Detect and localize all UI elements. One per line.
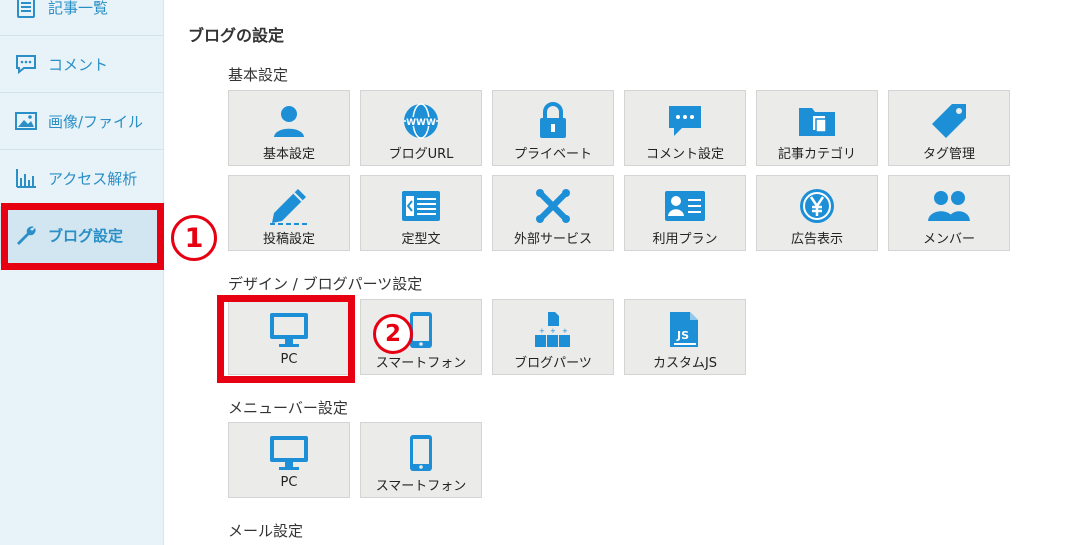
sidebar-item-articles[interactable]: 記事一覧 [0, 0, 164, 36]
annotation-marker-2: 2 [373, 314, 413, 354]
svg-text:WWW: WWW [406, 118, 436, 128]
tile-blog-parts[interactable]: + + + ブログパーツ [492, 299, 614, 375]
tile-template-text[interactable]: 定型文 [360, 175, 482, 251]
id-card-icon [625, 186, 745, 226]
pencil-icon [229, 186, 349, 226]
svg-text:JS: JS [676, 329, 689, 342]
sidebar-item-label: コメント [48, 55, 109, 74]
section-title-mail: メール設定 [228, 522, 304, 540]
tile-usage-plan[interactable]: 利用プラン [624, 175, 746, 251]
main-content: ブログの設定 基本設定 基本設定 WWW ブログURL プライベート コメント設… [165, 0, 1080, 545]
comment-icon [14, 52, 38, 76]
tile-label: 基本設定 [262, 147, 315, 162]
sidebar-item-images[interactable]: 画像/ファイル [0, 93, 164, 150]
sidebar-item-comments[interactable]: コメント [0, 36, 164, 93]
tile-label: プライベート [513, 147, 592, 162]
monitor-icon [229, 310, 349, 350]
tile-label: タグ管理 [922, 147, 975, 162]
tile-comment-settings[interactable]: コメント設定 [624, 90, 746, 166]
svg-text:+: + [539, 327, 545, 335]
tile-private[interactable]: プライベート [492, 90, 614, 166]
speech-bubble-icon [625, 101, 745, 141]
section-title-basic: 基本設定 [228, 66, 289, 84]
lock-icon [493, 101, 613, 141]
sidebar-item-analytics[interactable]: アクセス解析 [0, 150, 164, 207]
tile-label: 定型文 [401, 232, 441, 247]
tile-tag-management[interactable]: タグ管理 [888, 90, 1010, 166]
user-icon [229, 101, 349, 141]
page-title: ブログの設定 [188, 26, 285, 45]
folder-icon [757, 101, 877, 141]
tile-label: 記事カテゴリ [777, 147, 856, 162]
monitor-icon [229, 433, 349, 473]
tile-article-category[interactable]: 記事カテゴリ [756, 90, 878, 166]
tag-icon [889, 101, 1009, 141]
section-title-menubar: メニューバー設定 [228, 399, 348, 417]
blog-parts-icon: + + + [493, 310, 613, 350]
svg-text:+: + [562, 327, 568, 335]
tile-label: カスタムJS [652, 356, 718, 371]
tile-menubar-pc[interactable]: PC [228, 422, 350, 498]
sidebar: 記事一覧 コメント 画像/ファイル アクセス解析 ブログ設定 [0, 0, 164, 545]
tile-label: コメント設定 [645, 147, 724, 162]
tile-members[interactable]: メンバー [888, 175, 1010, 251]
tile-label: ブログURL [388, 147, 454, 162]
js-file-icon: JS [625, 310, 745, 350]
tile-external-services[interactable]: 外部サービス [492, 175, 614, 251]
tile-custom-js[interactable]: JS カスタムJS [624, 299, 746, 375]
sidebar-item-label: 画像/ファイル [48, 112, 144, 131]
yen-coin-icon [757, 186, 877, 226]
www-globe-icon: WWW [361, 101, 481, 141]
document-list-icon [14, 0, 38, 19]
tile-label: PC [280, 475, 298, 490]
tile-label: PC [280, 352, 298, 367]
tile-menubar-smartphone[interactable]: スマートフォン [360, 422, 482, 498]
tile-label: スマートフォン [375, 479, 467, 494]
tile-label: 広告表示 [790, 232, 843, 247]
tile-post-settings[interactable]: 投稿設定 [228, 175, 350, 251]
tile-ad-display[interactable]: 広告表示 [756, 175, 878, 251]
tile-label: ブログパーツ [514, 356, 592, 371]
members-icon [889, 186, 1009, 226]
bar-chart-icon [14, 166, 38, 190]
tile-blog-url[interactable]: WWW ブログURL [360, 90, 482, 166]
smartphone-icon [361, 433, 481, 473]
sidebar-item-label: 記事一覧 [48, 0, 109, 17]
tile-label: スマートフォン [375, 356, 467, 371]
tile-label: 外部サービス [513, 232, 592, 247]
tile-label: メンバー [922, 232, 975, 247]
image-icon [14, 109, 38, 133]
external-service-icon [493, 186, 613, 226]
tile-design-pc[interactable]: PC [228, 299, 350, 375]
tile-label: 利用プラン [652, 232, 718, 247]
tile-label: 投稿設定 [262, 232, 315, 247]
sidebar-item-label: ブログ設定 [48, 226, 124, 245]
svg-text:+: + [550, 327, 556, 335]
annotation-marker-1: 1 [171, 215, 217, 261]
wrench-icon [14, 223, 38, 247]
template-icon [361, 186, 481, 226]
section-title-design: デザイン / ブログパーツ設定 [228, 275, 423, 293]
tile-basic-settings[interactable]: 基本設定 [228, 90, 350, 166]
sidebar-item-blog-settings[interactable]: ブログ設定 [0, 207, 164, 264]
sidebar-item-label: アクセス解析 [48, 169, 138, 188]
